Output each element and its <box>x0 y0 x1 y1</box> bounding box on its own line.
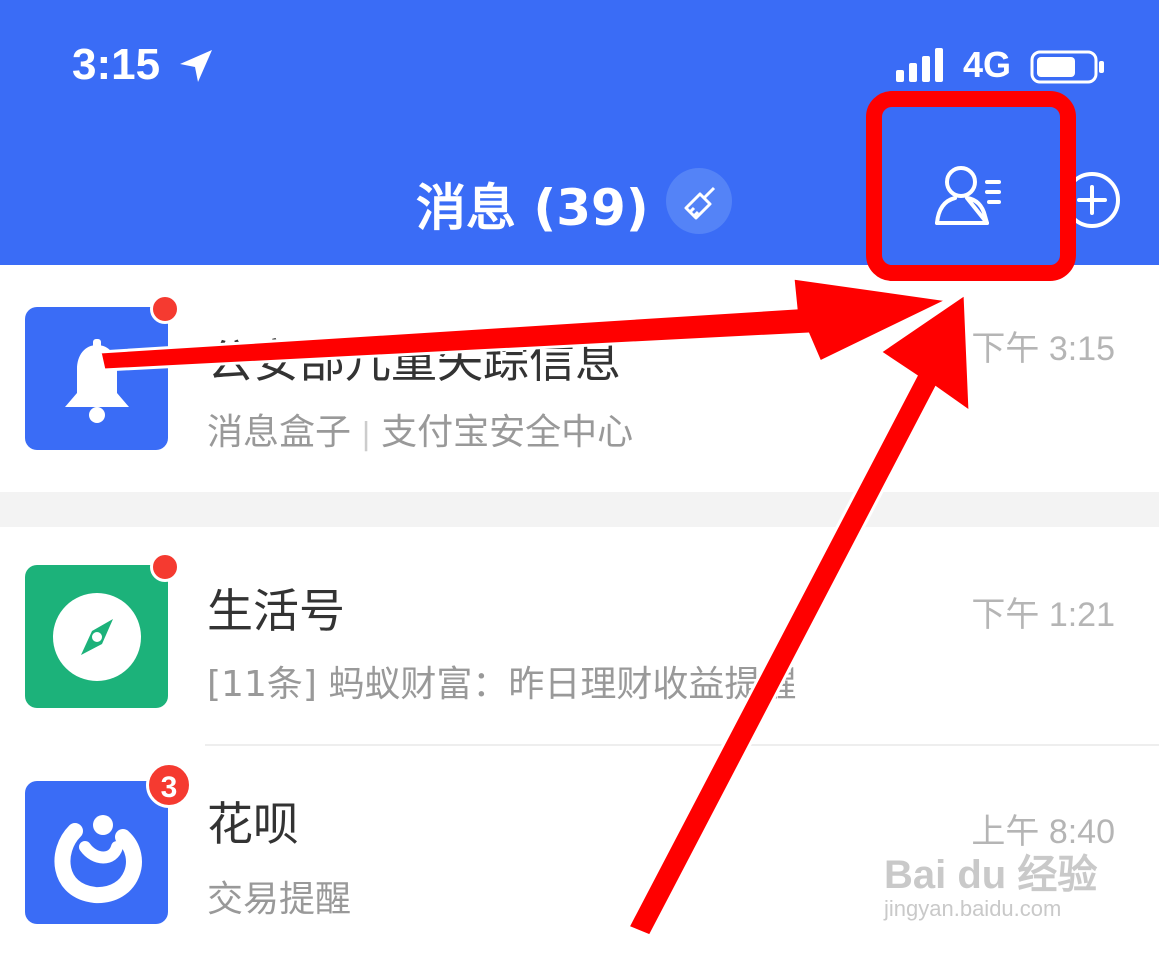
message-time: 下午 1:21 <box>971 596 1115 634</box>
network-type: 4G <box>963 44 1012 85</box>
message-row-life[interactable]: 生活号 [11条] 蚂蚁财富：昨日理财收益提醒 下午 1:21 <box>0 527 1159 744</box>
message-source: 消息盒子 <box>207 412 352 453</box>
separator: | <box>361 417 372 452</box>
avatar <box>25 781 168 924</box>
compass-icon <box>53 593 141 681</box>
huabei-logo-icon <box>54 815 142 903</box>
message-detail: 支付宝安全中心 <box>381 412 634 453</box>
message-preview: 消息盒子 | 支付宝安全中心 <box>207 403 633 455</box>
location-arrow-icon <box>180 50 212 82</box>
clean-button[interactable] <box>666 168 732 234</box>
message-title: 花呗 <box>207 797 299 851</box>
message-title: 公安部儿童失踪信息 <box>207 334 621 388</box>
section-gap <box>0 492 1159 527</box>
avatar <box>25 565 168 708</box>
message-title: 生活号 <box>207 584 345 638</box>
message-preview: [11条] 蚂蚁财富：昨日理财收益提醒 <box>207 664 797 705</box>
unread-count-badge: 3 <box>146 762 192 808</box>
battery-icon <box>1030 50 1104 84</box>
message-row-safety[interactable]: 公安部儿童失踪信息 消息盒子 | 支付宝安全中心 下午 3:15 <box>0 265 1159 492</box>
unread-dot <box>150 294 180 324</box>
status-time: 3:15 <box>72 40 161 89</box>
watermark: Bai du 经验 jingyan.baidu.com <box>884 842 1097 922</box>
broom-icon <box>684 186 716 220</box>
bell-icon <box>65 339 129 423</box>
avatar <box>25 307 168 450</box>
annotation-highlight-box <box>866 91 1076 281</box>
message-time: 下午 3:15 <box>971 330 1115 368</box>
watermark-url: jingyan.baidu.com <box>884 896 1062 921</box>
watermark-brand: Bai du 经验 <box>884 853 1098 897</box>
unread-dot <box>150 552 180 582</box>
message-preview: 交易提醒 <box>207 879 352 920</box>
signal-bars-icon <box>896 48 943 82</box>
page-title: 消息 (39) <box>416 179 649 237</box>
